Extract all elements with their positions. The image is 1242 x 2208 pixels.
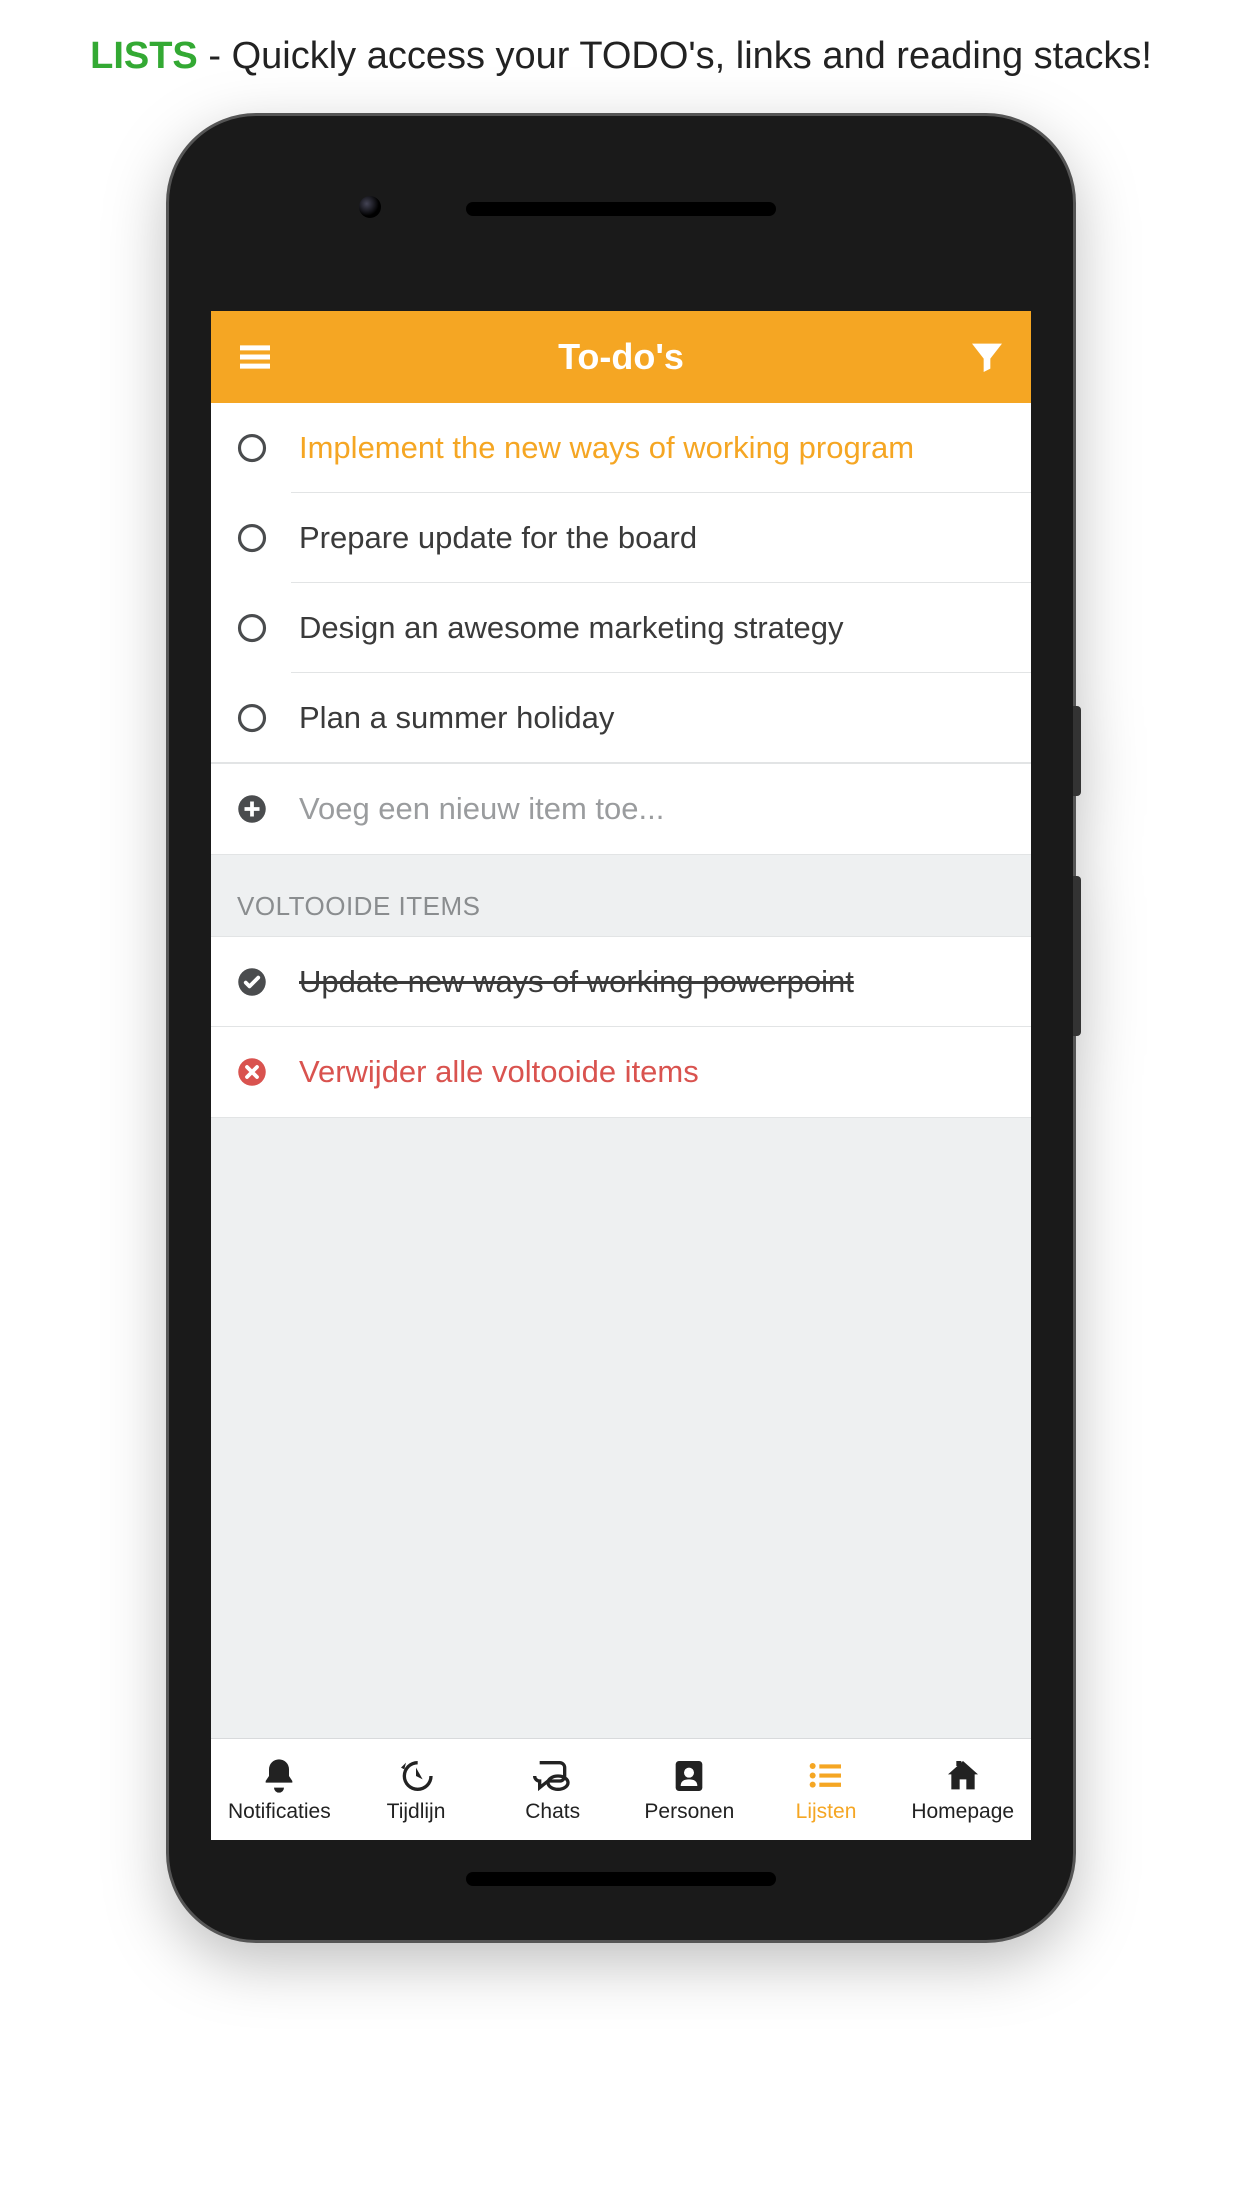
completed-row[interactable]: Update new ways of working powerpoint xyxy=(211,937,1031,1027)
delete-completed-button[interactable]: Verwijder alle voltooide items xyxy=(211,1027,1031,1117)
lists-icon xyxy=(806,1756,846,1796)
promo-rest: - Quickly access your TODO's, links and … xyxy=(198,35,1152,77)
promo-banner: LISTS - Quickly access your TODO's, link… xyxy=(0,0,1242,113)
unchecked-circle-icon[interactable] xyxy=(237,523,267,553)
phone-camera xyxy=(359,196,381,218)
todo-label: Plan a summer holiday xyxy=(299,700,614,736)
tab-label: Notificaties xyxy=(228,1800,331,1824)
add-item-row[interactable]: Voeg een nieuw item toe... xyxy=(211,764,1031,854)
tab-homepage[interactable]: Homepage xyxy=(894,1739,1031,1840)
todo-row[interactable]: Implement the new ways of working progra… xyxy=(211,403,1031,493)
completed-section-header: VOLTOOIDE ITEMS xyxy=(211,855,1031,936)
todo-row[interactable]: Plan a summer holiday xyxy=(211,673,1031,763)
todo-row[interactable]: Prepare update for the board xyxy=(211,493,1031,583)
app-bar: To-do's xyxy=(211,311,1031,403)
filter-icon xyxy=(967,337,1007,377)
unchecked-circle-icon[interactable] xyxy=(237,433,267,463)
tab-timeline[interactable]: Tijdlijn xyxy=(348,1739,485,1840)
notifications-icon xyxy=(259,1756,299,1796)
phone-frame: To-do's Implement the new ways of workin… xyxy=(166,113,1076,1943)
unchecked-circle-icon[interactable] xyxy=(237,703,267,733)
plus-circle-icon xyxy=(237,794,267,824)
tab-label: Personen xyxy=(644,1800,734,1824)
tab-chats[interactable]: Chats xyxy=(484,1739,621,1840)
hamburger-icon xyxy=(235,337,275,377)
tab-label: Chats xyxy=(525,1800,580,1824)
timeline-icon xyxy=(396,1756,436,1796)
bottom-tab-bar: Notificaties Tijdlijn Chats Personen Lijsten… xyxy=(211,1738,1031,1840)
tab-notifications[interactable]: Notificaties xyxy=(211,1739,348,1840)
homepage-icon xyxy=(943,1756,983,1796)
promo-highlight: LISTS xyxy=(90,35,198,77)
tab-label: Tijdlijn xyxy=(387,1800,446,1824)
page-title: To-do's xyxy=(275,336,967,378)
people-icon xyxy=(669,1756,709,1796)
todo-row[interactable]: Design an awesome marketing strategy xyxy=(211,583,1031,673)
completed-label: Update new ways of working powerpoint xyxy=(299,964,854,1000)
tab-label: Homepage xyxy=(911,1800,1014,1824)
add-item-placeholder: Voeg een nieuw item toe... xyxy=(299,791,664,827)
phone-side-button xyxy=(1073,876,1081,1036)
delete-completed-label: Verwijder alle voltooide items xyxy=(299,1054,699,1090)
phone-side-button xyxy=(1073,706,1081,796)
filter-button[interactable] xyxy=(967,337,1007,377)
x-circle-icon xyxy=(237,1057,267,1087)
todo-label: Prepare update for the board xyxy=(299,520,697,556)
chats-icon xyxy=(533,1756,573,1796)
checked-circle-icon[interactable] xyxy=(237,967,267,997)
open-todos-list: Implement the new ways of working progra… xyxy=(211,403,1031,763)
tab-lists[interactable]: Lijsten xyxy=(758,1739,895,1840)
todo-label: Implement the new ways of working progra… xyxy=(299,430,914,466)
completed-list: Update new ways of working powerpoint xyxy=(211,936,1031,1027)
tab-people[interactable]: Personen xyxy=(621,1739,758,1840)
menu-button[interactable] xyxy=(235,337,275,377)
todo-label: Design an awesome marketing strategy xyxy=(299,610,843,646)
tab-label: Lijsten xyxy=(796,1800,857,1824)
unchecked-circle-icon[interactable] xyxy=(237,613,267,643)
